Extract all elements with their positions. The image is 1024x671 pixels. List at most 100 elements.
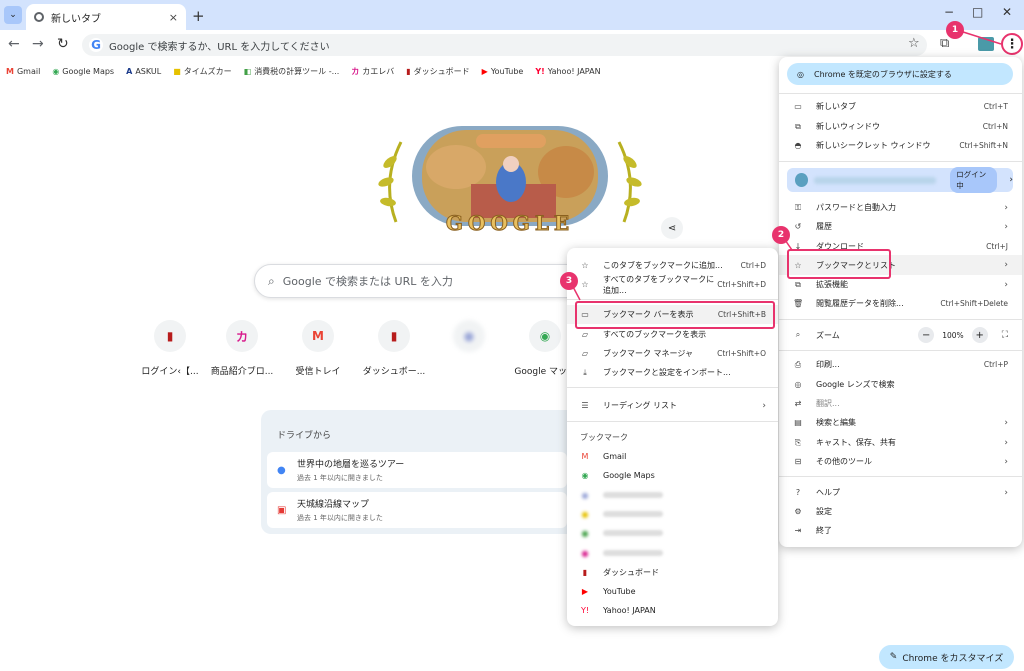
bookmark-item[interactable]: M Gmail	[6, 67, 40, 76]
bookmark-favicon-icon: ▮	[582, 567, 588, 577]
submenu-bookmark-item[interactable]: ▶ YouTube	[567, 582, 778, 601]
annotation-arrow	[959, 30, 1002, 45]
submenu-add-all[interactable]: ☆ すべてのタブをブックマークに追加... Ctrl+Shift+D	[567, 275, 778, 295]
drive-item[interactable]: ▣ 天城線沿線マップ 過去 1 年以内に開きました	[267, 492, 567, 528]
bookmark-item[interactable]: ◉ Google Maps	[52, 67, 114, 76]
tab-search-button[interactable]: ⌄	[4, 6, 22, 24]
shortcut-tile[interactable]: ▮ ログイン‹【...	[133, 320, 207, 377]
bookmark-star-icon[interactable]: ☆	[908, 36, 920, 51]
reload-icon[interactable]: ↻	[57, 36, 69, 52]
tab-close-icon[interactable]: ×	[169, 11, 178, 24]
find-icon: ▤	[794, 418, 802, 427]
shortcut-favicon-icon: ◉	[529, 320, 561, 352]
bookmark-label: YouTube	[490, 66, 524, 76]
bookmark-item[interactable]: カカエレバ	[351, 66, 394, 77]
menu-label: ブックマークと設定をインポート...	[603, 368, 731, 377]
chrome-menu: ◎ Chrome を既定のブラウザに設定する ▭ 新しいタブ Ctrl+T ⧉ 新しいウ…	[779, 57, 1022, 547]
google-icon: G	[89, 38, 103, 52]
zoom-icon: ⌕	[795, 330, 801, 339]
shortcut-favicon-icon: ▮	[154, 320, 186, 352]
exit-icon: ⇥	[794, 526, 802, 535]
profile-name-blurred	[814, 176, 937, 184]
customize-chrome-button[interactable]: ✎ Chrome をカスタマイズ	[879, 645, 1014, 669]
fullscreen-icon[interactable]: ⛶	[1002, 330, 1008, 340]
drive-item[interactable]: ● 世界中の地層を巡るツアー 過去 1 年以内に開きました	[267, 452, 567, 488]
omnibox[interactable]: G Google で検索するか、URL を入力してください	[82, 34, 927, 56]
bookmark-item[interactable]: Y! Yahoo! JAPAN	[535, 67, 600, 76]
shortcut-tile[interactable]: M 受信トレイ	[281, 320, 355, 377]
menu-settings[interactable]: ⚙ 設定	[779, 502, 1022, 521]
menu-new-tab[interactable]: ▭ 新しいタブ Ctrl+T	[779, 97, 1022, 116]
search-box[interactable]: ⌕ Google で検索または URL を入力	[254, 264, 604, 298]
shortcut-tile[interactable]: カ商品紹介ブロ...	[205, 320, 279, 377]
forward-icon[interactable]: →	[32, 36, 44, 52]
toolbox-icon: ⊟	[794, 457, 802, 466]
bookmark-item[interactable]: A ASKUL	[126, 67, 161, 76]
menu-label	[603, 529, 766, 538]
zoom-in-button[interactable]: +	[971, 327, 988, 343]
submenu-bookmark-item[interactable]: ●	[567, 505, 778, 524]
annotation-arrow	[570, 282, 581, 301]
submenu-bookmark-item[interactable]: M Gmail	[567, 447, 778, 466]
menu-find[interactable]: ▤ 検索と編集 ›	[779, 413, 1022, 432]
menu-help[interactable]: ? ヘルプ ›	[779, 483, 1022, 502]
menu-print[interactable]: ⎙ 印刷... Ctrl+P	[779, 355, 1022, 374]
set-default-browser-button[interactable]: ◎ Chrome を既定のブラウザに設定する	[787, 63, 1013, 85]
menu-translate[interactable]: ⇄ 翻訳...	[779, 394, 1022, 413]
menu-label: ダッシュボード	[603, 567, 659, 577]
profile-row[interactable]: ログイン中 ›	[787, 167, 1013, 193]
menu-passwords[interactable]: ⚿ パスワードと自動入力 ›	[779, 198, 1022, 217]
menu-label: ヘルプ	[816, 488, 840, 497]
bookmark-item[interactable]: ◧ 消費税の計算ツール -...	[244, 66, 340, 77]
menu-incognito[interactable]: ◓ 新しいシークレット ウィンドウ Ctrl+Shift+N	[779, 136, 1022, 155]
submenu-import[interactable]: ⤓ ブックマークと設定をインポート...	[567, 363, 778, 382]
bookmark-favicon-icon: ◧	[243, 66, 252, 76]
menu-label: 翻訳...	[816, 399, 840, 408]
submenu-bookmark-item[interactable]: ●	[567, 544, 778, 563]
minimize-button[interactable]: −	[944, 5, 954, 19]
menu-cast[interactable]: ⎘ キャスト、保存、共有 ›	[779, 433, 1022, 452]
avatar	[795, 173, 809, 187]
tab-new-tab[interactable]: 新しいタブ ×	[26, 4, 186, 30]
set-default-label: Chrome を既定のブラウザに設定する	[813, 69, 952, 79]
shortcut-tile[interactable]: ●	[432, 320, 506, 364]
submenu-manager[interactable]: ▱ ブックマーク マネージャ Ctrl+Shift+O	[567, 344, 778, 363]
menu-label	[603, 549, 766, 558]
trash-icon: 🗑	[793, 299, 804, 308]
submenu-bookmark-item[interactable]: ◉ Google Maps	[567, 466, 778, 485]
back-icon[interactable]: ←	[8, 36, 20, 52]
new-tab-button[interactable]: +	[192, 7, 205, 25]
menu-lens[interactable]: ◎ Google レンズで検索	[779, 375, 1022, 394]
menu-exit[interactable]: ⇥ 終了	[779, 521, 1022, 540]
submenu-add-tab[interactable]: ☆ このタブをブックマークに追加... Ctrl+D	[567, 256, 778, 275]
shortcut-tile[interactable]: ▮ ダッシュボー...	[357, 320, 431, 377]
drive-item-title: 世界中の地層を巡るツアー	[297, 460, 405, 470]
bookmark-item[interactable]: ■ タイムズカー	[173, 66, 231, 77]
share-icon[interactable]: ⋖	[661, 217, 683, 239]
close-window-button[interactable]: ✕	[1002, 5, 1012, 19]
submenu-bookmark-item[interactable]: ●	[567, 524, 778, 543]
bookmark-favicon-icon: Y!	[580, 606, 590, 616]
menu-label: ブックマーク マネージャ	[603, 349, 693, 358]
menu-label: 検索と編集	[816, 418, 856, 427]
chrome-icon: ◎	[797, 69, 804, 79]
bookmark-item[interactable]: ▮ ダッシュボード	[406, 66, 469, 77]
menu-clear-data[interactable]: 🗑 閲覧履歴データを削除... Ctrl+Shift+Delete	[779, 294, 1022, 313]
submenu-bookmark-item[interactable]: ●	[567, 486, 778, 505]
map-pin-icon: ▣	[277, 504, 287, 516]
submenu-bookmark-item[interactable]: ▮ ダッシュボード	[567, 563, 778, 582]
submenu-bookmark-item[interactable]: Y! Yahoo! JAPAN	[567, 601, 778, 620]
submenu-reading-list[interactable]: ☰ リーディング リスト ›	[567, 396, 778, 415]
omnibox-text: Google で検索するか、URL を入力してください	[109, 41, 330, 53]
drive-heading: ドライブから	[277, 431, 332, 441]
gear-icon: ⚙	[794, 507, 802, 516]
bookmark-item[interactable]: ▶ YouTube	[482, 67, 524, 76]
menu-history[interactable]: ↺ 履歴 ›	[779, 217, 1022, 236]
menu-new-window[interactable]: ⧉ 新しいウィンドウ Ctrl+N	[779, 117, 1022, 136]
google-doodle[interactable]: GOOGLE	[376, 122, 644, 236]
zoom-out-button[interactable]: −	[918, 327, 935, 343]
maximize-button[interactable]: □	[972, 5, 983, 19]
chevron-right-icon: ›	[1009, 175, 1013, 185]
extensions-icon[interactable]: ⧉	[940, 36, 949, 51]
menu-more-tools[interactable]: ⊟ その他のツール ›	[779, 452, 1022, 471]
